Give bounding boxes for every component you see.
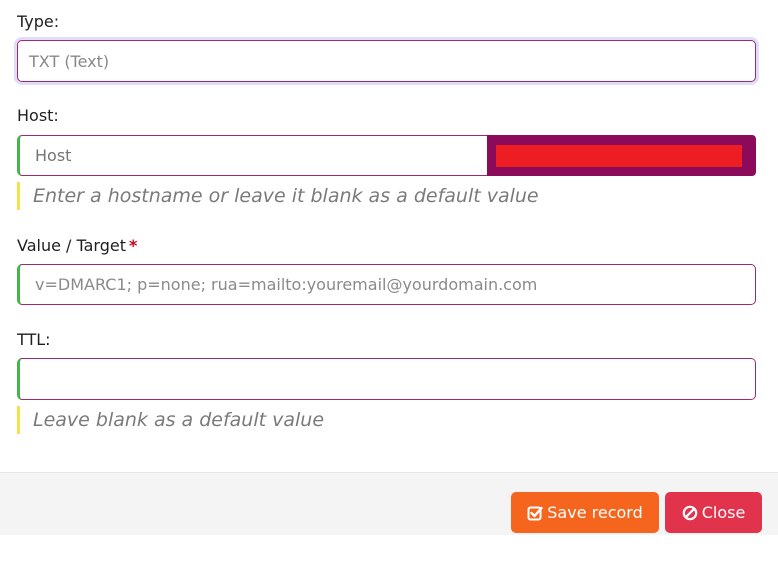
close-button[interactable]: Close	[665, 492, 762, 533]
ttl-label: TTL:	[17, 330, 51, 349]
type-select[interactable]: TXT (Text)	[17, 40, 756, 82]
check-square-icon	[527, 506, 543, 520]
required-asterisk: *	[129, 236, 138, 255]
save-record-button[interactable]: Save record	[511, 492, 659, 533]
value-label-text: Value / Target	[17, 236, 126, 255]
modal-footer: Save record Close	[0, 472, 778, 535]
value-target-input[interactable]: v=DMARC1; p=none; rua=mailto:youremail@y…	[17, 264, 756, 305]
ttl-input[interactable]	[17, 358, 756, 400]
type-label: Type:	[17, 12, 60, 31]
type-select-value: TXT (Text)	[29, 51, 110, 71]
host-hint: Enter a hostname or leave it blank as a …	[17, 182, 539, 210]
host-domain-suffix	[487, 135, 756, 176]
close-label: Close	[701, 503, 746, 522]
host-label: Host:	[17, 106, 59, 125]
host-input[interactable]	[17, 135, 488, 176]
dns-record-form: Type: TXT (Text) Host: Enter a hostname …	[0, 0, 778, 472]
redacted-domain	[496, 145, 742, 167]
value-target-text: v=DMARC1; p=none; rua=mailto:youremail@y…	[35, 275, 538, 294]
save-record-label: Save record	[547, 503, 643, 522]
ban-icon	[682, 505, 698, 520]
ttl-hint: Leave blank as a default value	[17, 406, 324, 434]
value-label: Value / Target *	[17, 236, 137, 255]
